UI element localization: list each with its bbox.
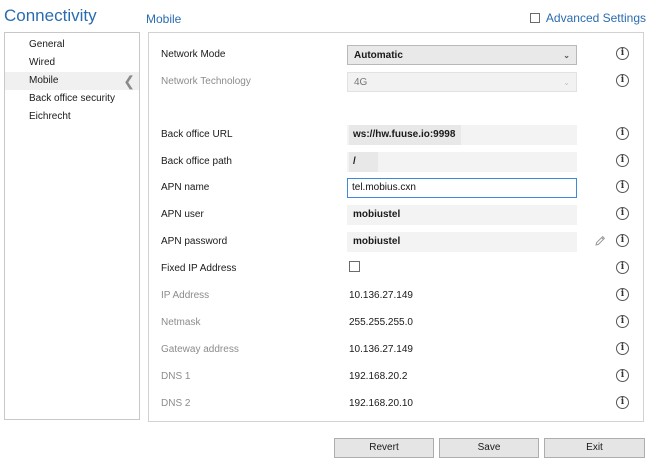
ip-address-value: 10.136.27.149 bbox=[349, 290, 413, 301]
gateway-value: 10.136.27.149 bbox=[349, 344, 413, 355]
info-icon[interactable]: i bbox=[616, 207, 629, 220]
chevron-left-icon: ❮ bbox=[123, 73, 135, 89]
info-icon[interactable]: i bbox=[616, 180, 629, 193]
dns2-label: DNS 2 bbox=[161, 398, 191, 409]
advanced-settings-checkbox[interactable] bbox=[529, 13, 540, 23]
advanced-settings-label: Advanced Settings bbox=[545, 11, 646, 25]
back-office-path-value: / bbox=[349, 152, 378, 172]
apn-name-label: APN name bbox=[161, 182, 210, 193]
apn-password-value: mobiustel bbox=[349, 232, 407, 252]
apn-user-value: mobiustel bbox=[349, 205, 407, 225]
info-icon[interactable]: i bbox=[616, 74, 629, 87]
section-title: Mobile bbox=[146, 12, 182, 26]
apn-password-input[interactable]: mobiustel bbox=[347, 232, 577, 252]
ip-address-label: IP Address bbox=[161, 290, 210, 301]
sidebar-item-label: General bbox=[29, 39, 65, 50]
settings-panel: Network Mode Automatic ⌄ i Network Techn… bbox=[148, 32, 644, 422]
fixed-ip-checkbox[interactable] bbox=[349, 261, 360, 272]
pencil-icon[interactable] bbox=[593, 234, 607, 248]
row-dns1: DNS 1 192.168.20.2 i bbox=[161, 367, 641, 389]
info-icon[interactable]: i bbox=[616, 315, 629, 328]
gateway-label: Gateway address bbox=[161, 344, 239, 355]
save-button[interactable]: Save bbox=[439, 438, 539, 458]
sidebar: General Wired Mobile ❮ Back office securi… bbox=[4, 32, 140, 420]
network-mode-value: Automatic bbox=[354, 50, 403, 61]
row-apn-name: APN name tel.mobius.cxn i bbox=[161, 178, 641, 200]
sidebar-item-eichrecht[interactable]: Eichrecht bbox=[5, 108, 139, 126]
row-network-mode: Network Mode Automatic ⌄ i bbox=[161, 45, 641, 67]
chevron-down-icon: ⌄ bbox=[563, 78, 570, 87]
exit-button[interactable]: Exit bbox=[544, 438, 645, 458]
back-office-url-value: ws://hw.fuuse.io:9998 bbox=[349, 125, 462, 145]
row-apn-user: APN user mobiustel i bbox=[161, 205, 641, 227]
sidebar-item-label: Mobile bbox=[29, 75, 59, 86]
row-apn-password: APN password mobiustel i bbox=[161, 232, 641, 254]
advanced-settings-toggle[interactable]: Advanced Settings bbox=[529, 11, 646, 25]
chevron-down-icon: ⌄ bbox=[563, 51, 570, 60]
sidebar-item-mobile[interactable]: Mobile ❮ bbox=[5, 72, 139, 90]
sidebar-item-general[interactable]: General bbox=[5, 36, 139, 54]
network-mode-label: Network Mode bbox=[161, 49, 226, 60]
dns1-label: DNS 1 bbox=[161, 371, 191, 382]
back-office-url-label: Back office URL bbox=[161, 129, 233, 140]
row-back-office-url: Back office URL ws://hw.fuuse.io:9998 i bbox=[161, 125, 641, 147]
info-icon[interactable]: i bbox=[616, 127, 629, 140]
back-office-path-input[interactable]: / bbox=[347, 152, 577, 172]
info-icon[interactable]: i bbox=[616, 234, 629, 247]
info-icon[interactable]: i bbox=[616, 261, 629, 274]
info-icon[interactable]: i bbox=[616, 47, 629, 60]
sidebar-item-back-office-security[interactable]: Back office security bbox=[5, 90, 139, 108]
sidebar-item-label: Back office security bbox=[29, 93, 115, 104]
info-icon[interactable]: i bbox=[616, 396, 629, 409]
network-technology-select: 4G ⌄ bbox=[347, 72, 577, 92]
row-back-office-path: Back office path / i bbox=[161, 152, 641, 174]
back-office-url-input[interactable]: ws://hw.fuuse.io:9998 bbox=[347, 125, 577, 145]
dns2-value: 192.168.20.10 bbox=[349, 398, 413, 409]
row-dns2: DNS 2 192.168.20.10 i bbox=[161, 394, 641, 416]
info-icon[interactable]: i bbox=[616, 288, 629, 301]
network-technology-label: Network Technology bbox=[161, 76, 251, 87]
netmask-value: 255.255.255.0 bbox=[349, 317, 413, 328]
apn-password-label: APN password bbox=[161, 236, 228, 247]
back-office-path-label: Back office path bbox=[161, 156, 232, 167]
info-icon[interactable]: i bbox=[616, 369, 629, 382]
apn-user-label: APN user bbox=[161, 209, 204, 220]
netmask-label: Netmask bbox=[161, 317, 201, 328]
apn-name-input[interactable]: tel.mobius.cxn bbox=[347, 178, 577, 198]
info-icon[interactable]: i bbox=[616, 342, 629, 355]
row-ip-address: IP Address 10.136.27.149 i bbox=[161, 286, 641, 308]
network-technology-value: 4G bbox=[354, 77, 368, 88]
fixed-ip-label: Fixed IP Address bbox=[161, 263, 237, 274]
row-netmask: Netmask 255.255.255.0 i bbox=[161, 313, 641, 335]
info-icon[interactable]: i bbox=[616, 154, 629, 167]
apn-user-input[interactable]: mobiustel bbox=[347, 205, 577, 225]
row-network-technology: Network Technology 4G ⌄ i bbox=[161, 72, 641, 94]
sidebar-item-label: Wired bbox=[29, 57, 56, 68]
sidebar-item-wired[interactable]: Wired bbox=[5, 54, 139, 72]
row-fixed-ip: Fixed IP Address i bbox=[161, 259, 641, 281]
revert-button[interactable]: Revert bbox=[334, 438, 434, 458]
dns1-value: 192.168.20.2 bbox=[349, 371, 408, 382]
row-gateway: Gateway address 10.136.27.149 i bbox=[161, 340, 641, 362]
app-title: Connectivity bbox=[4, 6, 97, 25]
sidebar-item-label: Eichrecht bbox=[29, 111, 71, 122]
network-mode-select[interactable]: Automatic ⌄ bbox=[347, 45, 577, 65]
